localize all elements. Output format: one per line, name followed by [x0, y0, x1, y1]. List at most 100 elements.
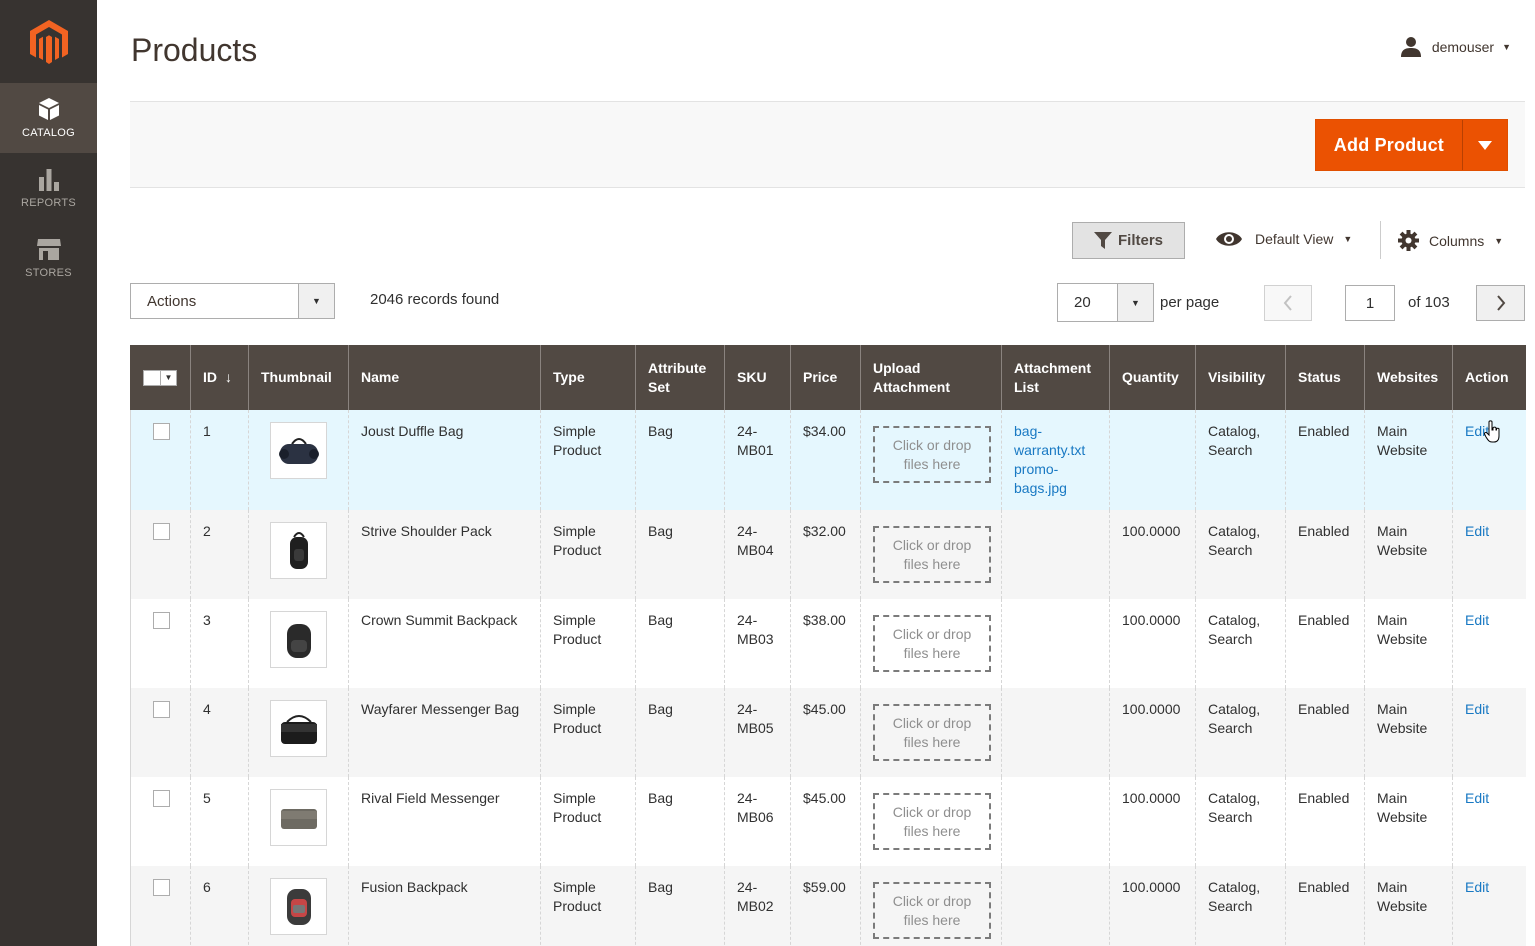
column-header-id[interactable]: ID ↓	[190, 345, 249, 410]
table-row[interactable]: 2 Strive Shoulder Pack Simple Product Ba…	[130, 510, 1526, 599]
product-thumbnail[interactable]	[270, 878, 327, 935]
cell-quantity: 100.0000	[1109, 777, 1196, 866]
column-header-price[interactable]: Price	[790, 345, 861, 410]
per-page-select[interactable]: 20 ▼	[1057, 283, 1154, 322]
cell-sku: 24-MB02	[724, 866, 791, 946]
column-header-thumbnail[interactable]: Thumbnail	[248, 345, 349, 410]
cell-status: Enabled	[1285, 599, 1365, 688]
row-checkbox[interactable]	[153, 612, 170, 629]
column-header-upload-attachment[interactable]: Upload Attachment	[860, 345, 1002, 410]
edit-link[interactable]: Edit	[1465, 522, 1514, 541]
field-messenger-icon	[280, 808, 317, 829]
cell-upload-attachment: Click or drop files here	[860, 410, 1002, 510]
current-page-input[interactable]: 1	[1345, 285, 1395, 321]
actions-label: Actions	[147, 292, 197, 310]
table-row[interactable]: 6 Fusion Backpack Simple Product Bag 24-…	[130, 866, 1526, 946]
mass-select-header[interactable]: ▼	[130, 345, 191, 410]
cell-price: $45.00	[790, 777, 861, 866]
cell-attachment-list	[1001, 777, 1110, 866]
cell-sku: 24-MB01	[724, 410, 791, 510]
mass-actions-select[interactable]: Actions ▼	[130, 283, 335, 319]
file-drop-zone[interactable]: Click or drop files here	[873, 882, 991, 939]
cell-thumbnail	[248, 599, 349, 688]
column-header-attribute-set[interactable]: Attribute Set	[635, 345, 725, 410]
column-header-name[interactable]: Name	[348, 345, 541, 410]
cell-sku: 24-MB05	[724, 688, 791, 777]
user-icon	[1400, 37, 1421, 57]
cell-attribute-set: Bag	[635, 510, 725, 599]
column-header-visibility[interactable]: Visibility	[1195, 345, 1286, 410]
next-page-button[interactable]	[1476, 285, 1525, 321]
column-header-quantity[interactable]: Quantity	[1109, 345, 1196, 410]
product-thumbnail[interactable]	[270, 422, 327, 479]
cell-quantity: 100.0000	[1109, 688, 1196, 777]
file-drop-zone[interactable]: Click or drop files here	[873, 615, 991, 672]
cell-type: Simple Product	[540, 599, 636, 688]
filters-button[interactable]: Filters	[1072, 222, 1185, 259]
sidebar-item-label: CATALOG	[21, 127, 76, 139]
cell-thumbnail	[248, 688, 349, 777]
row-select-cell	[130, 510, 191, 599]
cell-attribute-set: Bag	[635, 599, 725, 688]
product-thumbnail[interactable]	[270, 611, 327, 668]
magento-logo[interactable]	[0, 0, 97, 83]
row-checkbox[interactable]	[153, 701, 170, 718]
edit-link[interactable]: Edit	[1465, 878, 1514, 897]
cell-attribute-set: Bag	[635, 410, 725, 510]
attachment-link[interactable]: bag-warranty.txt	[1014, 422, 1097, 460]
add-product-button[interactable]: Add Product	[1314, 119, 1508, 171]
column-header-status[interactable]: Status	[1285, 345, 1365, 410]
columns-selector[interactable]: Columns ▼	[1398, 230, 1503, 251]
sidebar-item-reports[interactable]: REPORTS	[0, 153, 97, 223]
sidebar-item-catalog[interactable]: CATALOG	[0, 83, 97, 153]
row-checkbox[interactable]	[153, 790, 170, 807]
cell-quantity: 100.0000	[1109, 510, 1196, 599]
cell-thumbnail	[248, 510, 349, 599]
file-drop-zone[interactable]: Click or drop files here	[873, 704, 991, 761]
cell-sku: 24-MB03	[724, 599, 791, 688]
user-name: demouser	[1431, 39, 1495, 55]
file-drop-zone[interactable]: Click or drop files here	[873, 426, 991, 483]
row-select-cell	[130, 866, 191, 946]
column-header-attachment-list[interactable]: Attachment List	[1001, 345, 1110, 410]
cell-attribute-set: Bag	[635, 688, 725, 777]
column-header-type[interactable]: Type	[540, 345, 636, 410]
previous-page-button[interactable]	[1264, 285, 1312, 321]
cell-price: $45.00	[790, 688, 861, 777]
row-checkbox[interactable]	[153, 523, 170, 540]
row-checkbox[interactable]	[153, 879, 170, 896]
cell-name: Strive Shoulder Pack	[348, 510, 541, 599]
table-row[interactable]: 3 Crown Summit Backpack Simple Product B…	[130, 599, 1526, 688]
cell-attachment-list	[1001, 599, 1110, 688]
edit-link[interactable]: Edit	[1465, 611, 1514, 630]
chevron-down-icon[interactable]: ▼	[161, 369, 177, 386]
attachment-link[interactable]: promo-bags.jpg	[1014, 460, 1097, 498]
view-selector[interactable]: Default View ▼	[1215, 229, 1352, 249]
table-row[interactable]: 1 Joust Duffle Bag Simple Product Bag 24…	[130, 410, 1526, 510]
file-drop-zone[interactable]: Click or drop files here	[873, 526, 991, 583]
column-header-sku[interactable]: SKU	[724, 345, 791, 410]
edit-link[interactable]: Edit	[1465, 789, 1514, 808]
page-actions-bar: Add Product	[130, 101, 1525, 188]
user-menu[interactable]: demouser ▼	[1400, 36, 1511, 58]
cell-type: Simple Product	[540, 866, 636, 946]
product-thumbnail[interactable]	[270, 789, 327, 846]
columns-label: Columns	[1429, 232, 1485, 249]
eye-icon	[1216, 232, 1242, 246]
table-row[interactable]: 5 Rival Field Messenger Simple Product B…	[130, 777, 1526, 866]
column-header-websites[interactable]: Websites	[1364, 345, 1453, 410]
sidebar-item-stores[interactable]: STORES	[0, 223, 97, 293]
file-drop-zone[interactable]: Click or drop files here	[873, 793, 991, 850]
edit-link[interactable]: Edit	[1465, 700, 1514, 719]
cell-price: $34.00	[790, 410, 861, 510]
product-thumbnail[interactable]	[270, 522, 327, 579]
product-thumbnail[interactable]	[270, 700, 327, 757]
add-product-split-toggle[interactable]	[1462, 120, 1507, 170]
row-checkbox[interactable]	[153, 423, 170, 440]
table-row[interactable]: 4 Wayfarer Messenger Bag Simple Product …	[130, 688, 1526, 777]
select-all-checkbox[interactable]	[143, 369, 161, 386]
cell-price: $59.00	[790, 866, 861, 946]
filters-label: Filters	[1117, 232, 1163, 249]
cell-attachment-list: bag-warranty.txt promo-bags.jpg	[1001, 410, 1110, 510]
cell-upload-attachment: Click or drop files here	[860, 510, 1002, 599]
